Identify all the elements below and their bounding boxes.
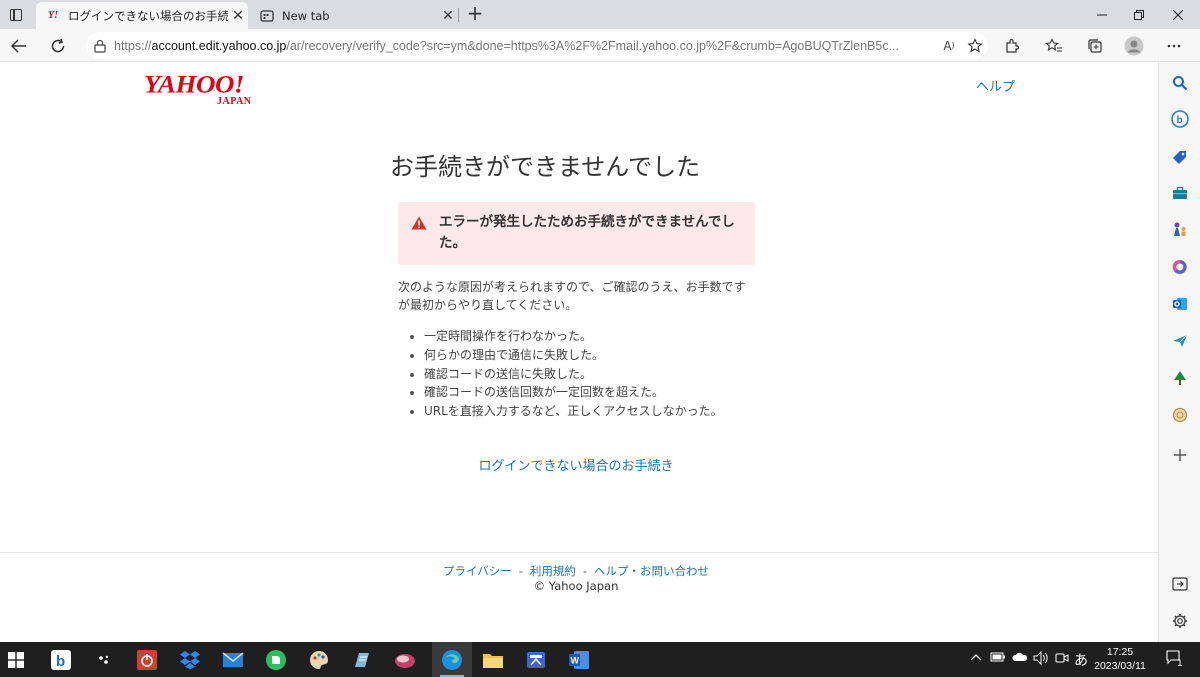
footer-separator: - — [518, 564, 523, 578]
edge-browser-icon[interactable] — [439, 647, 465, 673]
snipping-tool-icon[interactable] — [523, 647, 549, 673]
notification-count-badge: 1 — [1177, 659, 1183, 669]
new-tab-icon — [259, 8, 275, 24]
footer-divider — [0, 552, 1158, 553]
page-title: お手続きができませんでした — [390, 153, 701, 181]
svg-text:W: W — [571, 656, 580, 666]
tab-strip: Y! ログインできない場合のお手続き - Ya ✕ New tab ✕ + — [0, 0, 1200, 29]
close-tab-icon[interactable]: ✕ — [438, 8, 458, 24]
microsoft-365-icon[interactable] — [1171, 258, 1189, 276]
tab-new-tab[interactable]: New tab ✕ — [250, 2, 458, 29]
footer-separator: - — [582, 564, 588, 578]
tree-icon[interactable] — [1171, 369, 1189, 387]
network-dots-icon[interactable] — [91, 647, 117, 673]
bing-chat-icon[interactable]: b — [1171, 110, 1189, 128]
svg-text:b: b — [1177, 115, 1183, 126]
tab-actions-menu-icon[interactable] — [6, 5, 26, 25]
svg-text:b: b — [56, 653, 65, 670]
back-arrow-icon[interactable] — [6, 33, 32, 59]
error-description: 次のような原因が考えられますので、ご確認のうえ、お手数ですが最初からやり直してく… — [398, 280, 746, 312]
onedrive-cloud-icon[interactable] — [1012, 651, 1028, 666]
logo-sub-text: JAPAN — [217, 96, 252, 107]
page-content: YAHOO! JAPAN ヘルプ お手続きができませんでした エラーが発生したた… — [0, 62, 1158, 642]
address-bar[interactable]: https://account.edit.yahoo.co.jp/ar/reco… — [86, 32, 988, 59]
power-app-icon[interactable] — [134, 647, 160, 673]
favorites-icon[interactable] — [1041, 33, 1067, 59]
send-paper-plane-icon[interactable] — [1171, 332, 1189, 350]
edge-sidebar: b — [1158, 62, 1200, 642]
windows-start-icon[interactable] — [3, 647, 29, 673]
footer-links: プライバシー - 利用規約 - ヘルプ・お問い合わせ — [0, 563, 1152, 579]
close-tab-icon[interactable]: ✕ — [228, 8, 248, 24]
yahoo-y-icon: Y! — [48, 10, 58, 21]
games-icon[interactable] — [1171, 220, 1189, 238]
ime-indicator[interactable]: あ — [1074, 650, 1088, 670]
terms-link[interactable]: 利用規約 — [530, 564, 576, 578]
windows-taskbar: b W あ 17:25 2023/03/11 1 — [0, 642, 1200, 677]
settings-more-icon[interactable] — [1161, 33, 1187, 59]
gear-icon[interactable] — [1171, 612, 1189, 630]
hide-sidebar-icon[interactable] — [1171, 575, 1189, 593]
bing-app-icon[interactable]: b — [48, 647, 74, 673]
list-item: URLを直接入力するなど、正しくアクセスしなかった。 — [410, 402, 723, 421]
error-message: エラーが発生したためお手続きができませんでした。 — [439, 214, 735, 251]
favorite-star-icon[interactable] — [962, 36, 988, 56]
login-help-link[interactable]: ログインできない場合のお手続き — [478, 459, 673, 474]
paint-palette-icon[interactable] — [306, 647, 332, 673]
url-text[interactable]: https://account.edit.yahoo.co.jp/ar/reco… — [114, 39, 936, 53]
lock-icon[interactable] — [86, 39, 114, 53]
reason-list: 一定時間操作を行わなかった。 何らかの理由で通信に失敗した。 確認コードの送信に… — [410, 327, 723, 421]
tab-yahoo-login[interactable]: Y! ログインできない場合のお手続き - Ya ✕ — [36, 2, 248, 29]
refresh-icon[interactable] — [45, 33, 71, 59]
extensions-icon[interactable] — [999, 33, 1025, 59]
yahoo-japan-logo[interactable]: YAHOO! JAPAN — [144, 71, 269, 107]
tab-divider — [458, 8, 459, 22]
new-tab-button[interactable]: + — [465, 3, 485, 25]
search-icon[interactable] — [1171, 74, 1189, 92]
word-app-icon[interactable]: W — [566, 647, 592, 673]
warning-icon — [411, 216, 427, 230]
help-link[interactable]: ヘルプ — [976, 76, 1015, 95]
tab-title: ログインできない場合のお手続き - Ya — [68, 8, 228, 23]
clock[interactable]: 17:25 2023/03/11 — [1092, 645, 1148, 673]
evernote-icon[interactable] — [263, 647, 289, 673]
browser-toolbar: https://account.edit.yahoo.co.jp/ar/reco… — [0, 29, 1200, 62]
tab-title: New tab — [282, 8, 330, 23]
restore-icon[interactable] — [1117, 0, 1161, 29]
privacy-link[interactable]: プライバシー — [443, 564, 512, 578]
file-explorer-icon[interactable] — [480, 647, 506, 673]
drop-icon[interactable] — [1171, 406, 1189, 424]
copyright: © Yahoo Japan — [533, 579, 619, 593]
photo-app-icon[interactable] — [392, 647, 418, 673]
add-icon[interactable] — [1171, 446, 1189, 464]
show-hidden-icons-icon[interactable] — [970, 651, 982, 665]
logo-main-text: YAHOO! — [144, 69, 245, 99]
meet-now-icon[interactable] — [1055, 651, 1069, 668]
list-item: 確認コードの送信回数が一定回数を超えた。 — [410, 383, 723, 402]
dropbox-icon[interactable] — [177, 647, 203, 673]
mail-app-icon[interactable] — [220, 647, 246, 673]
outlook-icon[interactable] — [1171, 295, 1189, 313]
help-contact-link[interactable]: ヘルプ・お問い合わせ — [594, 564, 709, 578]
clock-time: 17:25 — [1106, 646, 1134, 658]
list-item: 何らかの理由で通信に失敗した。 — [410, 346, 723, 365]
volume-icon[interactable] — [1033, 650, 1049, 668]
notes-pen-icon[interactable] — [349, 647, 375, 673]
avatar[interactable] — [1121, 33, 1147, 59]
collections-icon[interactable] — [1082, 33, 1108, 59]
list-item: 確認コードの送信に失敗した。 — [410, 365, 723, 384]
list-item: 一定時間操作を行わなかった。 — [410, 327, 723, 346]
error-alert: エラーが発生したためお手続きができませんでした。 — [398, 202, 755, 265]
close-window-icon[interactable] — [1156, 0, 1200, 29]
battery-icon[interactable] — [990, 651, 1006, 666]
shopping-tag-icon[interactable] — [1171, 148, 1189, 166]
read-aloud-icon[interactable]: A) — [936, 36, 962, 56]
tools-briefcase-icon[interactable] — [1171, 184, 1189, 202]
clock-date: 2023/03/11 — [1094, 660, 1146, 672]
